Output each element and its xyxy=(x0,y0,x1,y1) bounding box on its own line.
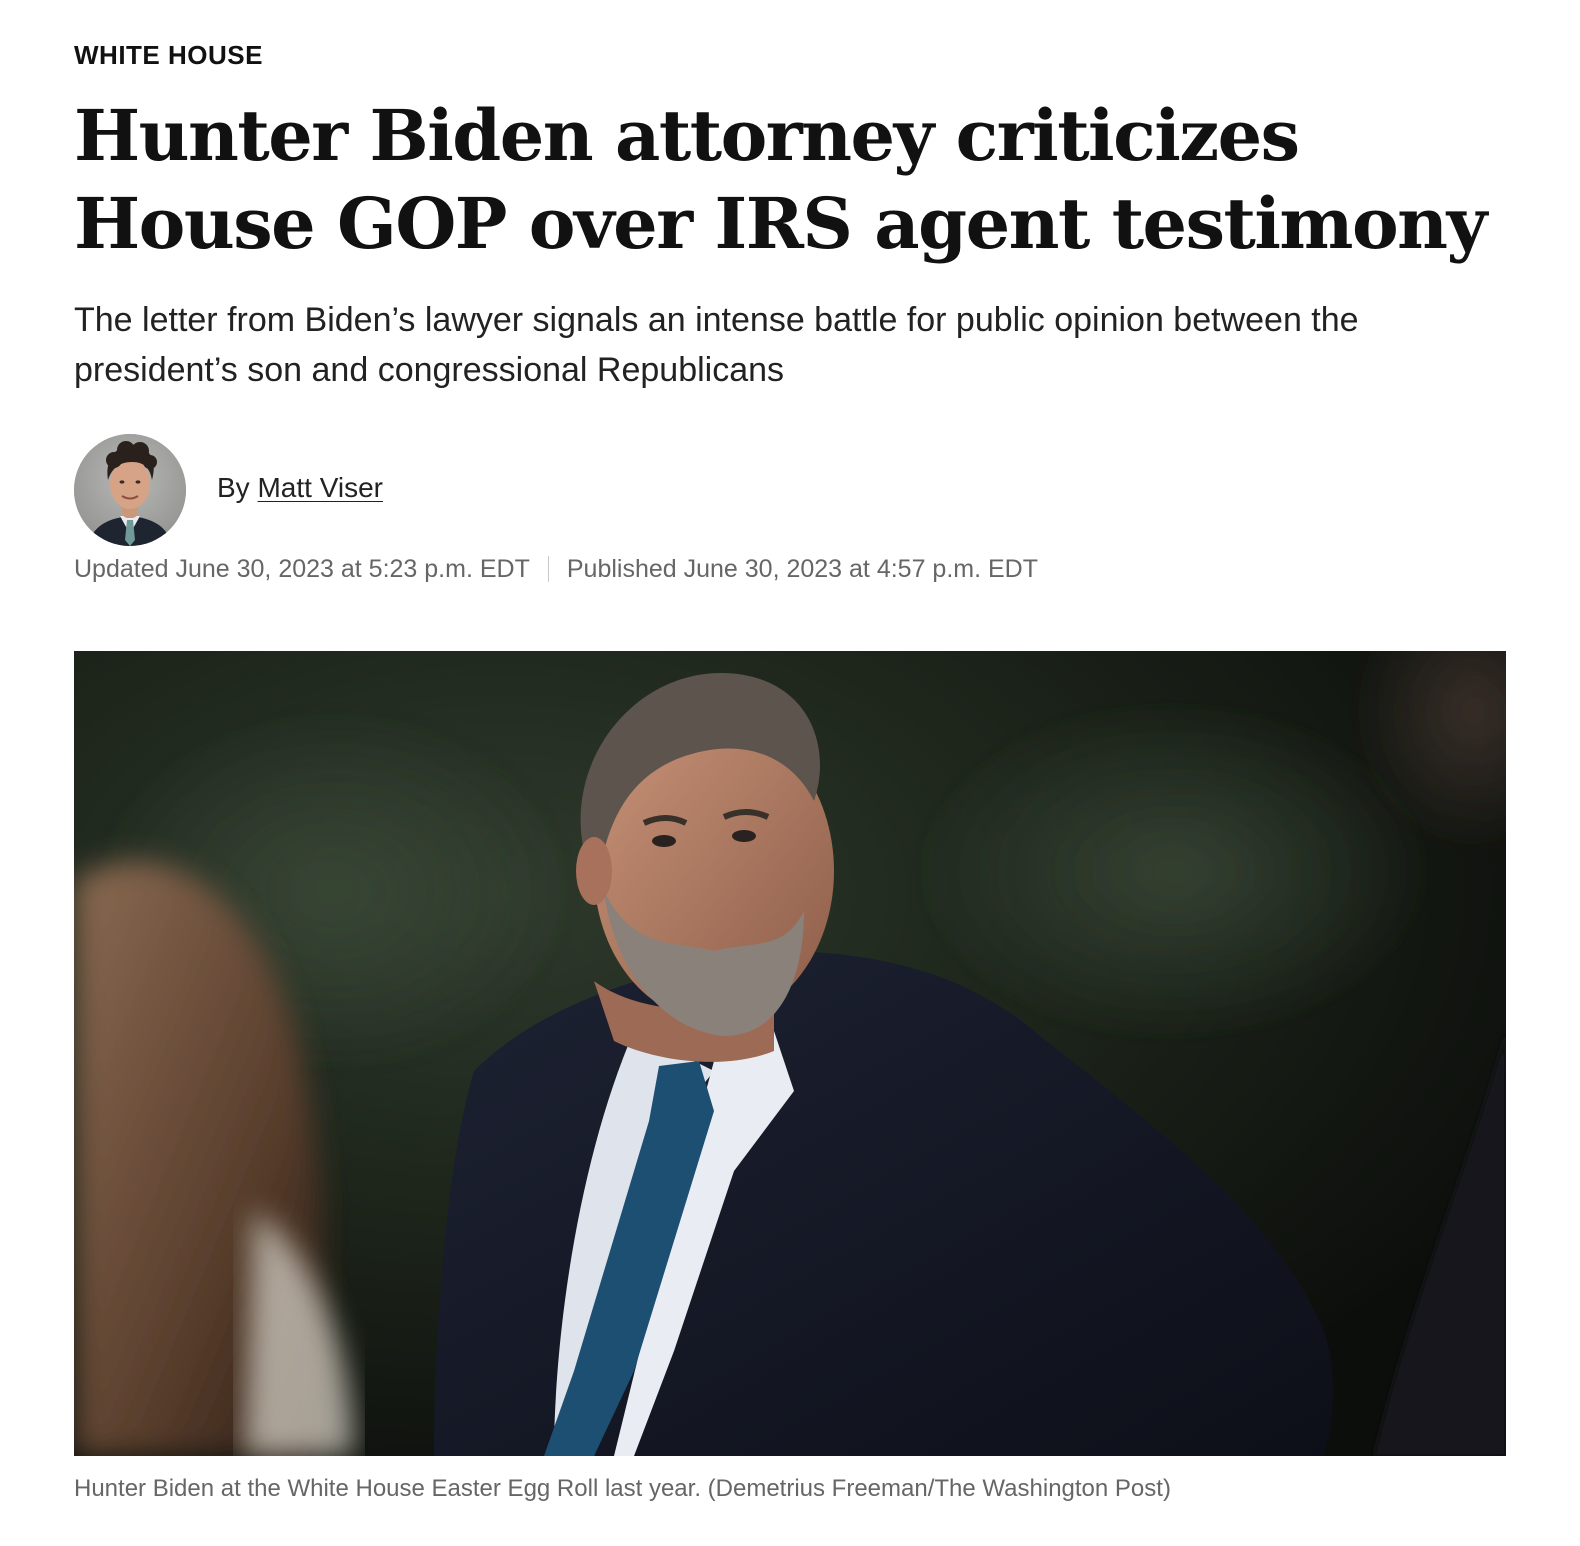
byline-prefix: By xyxy=(217,472,250,503)
photo-caption: Hunter Biden at the White House Easter E… xyxy=(74,1475,1171,1502)
lead-photo[interactable] xyxy=(74,651,1506,1456)
article-subheadline: The letter from Biden’s lawyer signals a… xyxy=(74,301,1359,389)
published-timestamp: Published June 30, 2023 at 4:57 p.m. EDT xyxy=(566,555,1038,583)
timestamp-divider xyxy=(547,556,549,582)
author-name-link[interactable]: Matt Viser xyxy=(257,472,383,503)
article-headline: Hunter Biden attorney criticizes House G… xyxy=(74,94,1487,265)
byline: By Matt Viser xyxy=(217,470,383,506)
timestamp-row: Updated June 30, 2023 at 5:23 p.m. EDT Pu… xyxy=(74,552,1038,586)
byline-row: By Matt Viser xyxy=(74,434,874,546)
lead-photo-image xyxy=(74,651,1506,1456)
updated-timestamp: Updated June 30, 2023 at 5:23 p.m. EDT xyxy=(74,555,530,583)
author-avatar[interactable] xyxy=(74,434,186,546)
section-kicker-link[interactable]: WHITE HOUSE xyxy=(74,38,263,72)
author-portrait-image xyxy=(74,434,186,546)
